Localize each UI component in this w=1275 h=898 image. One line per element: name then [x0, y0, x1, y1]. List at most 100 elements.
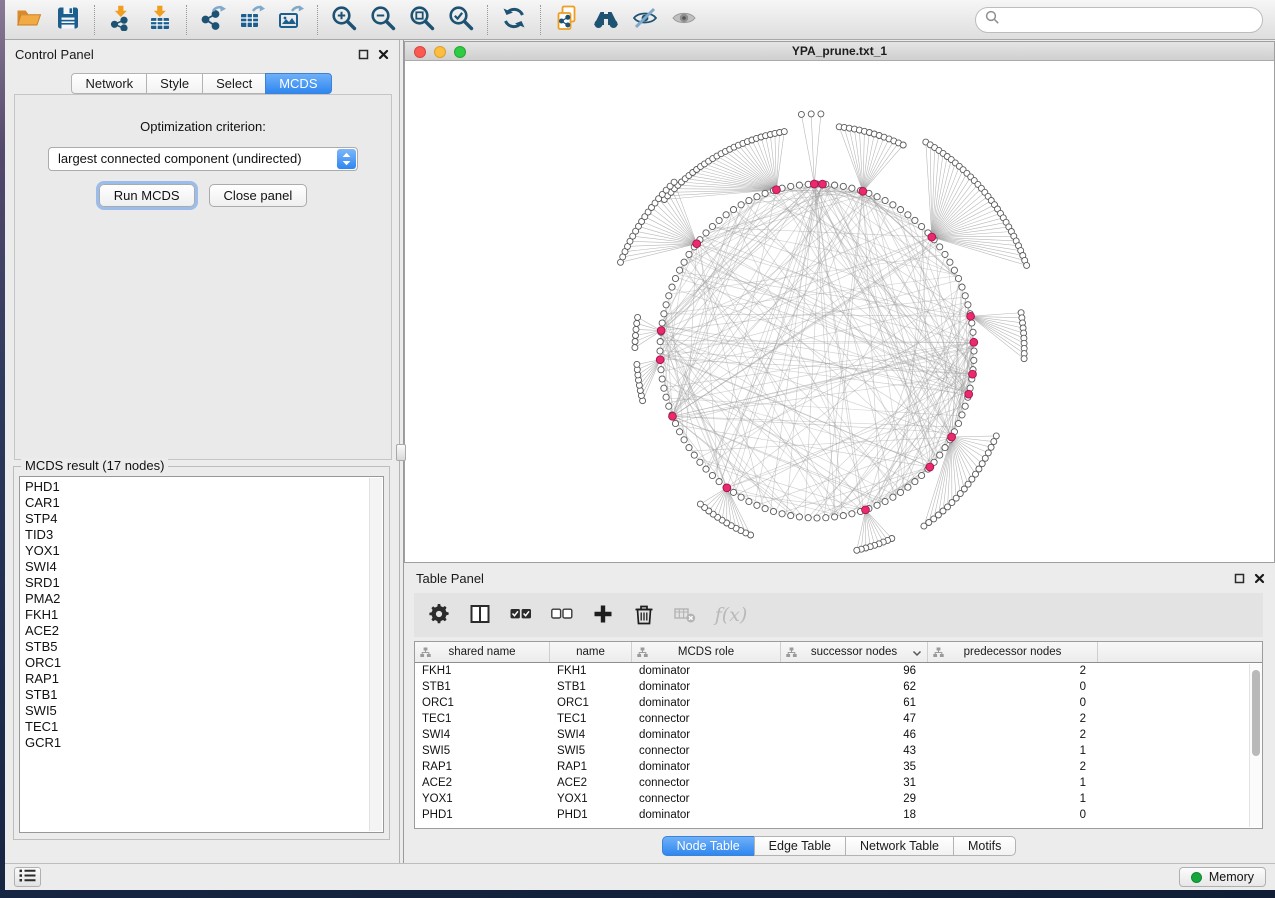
mcds-result-item[interactable]: GCR1	[25, 735, 383, 751]
cell[interactable]: RAP1	[415, 761, 550, 773]
cell[interactable]: dominator	[632, 809, 781, 821]
deselect-all-button[interactable]	[550, 603, 574, 627]
mcds-result-item[interactable]: TEC1	[25, 719, 383, 735]
cell[interactable]: ACE2	[415, 777, 550, 789]
cell[interactable]: 47	[781, 713, 928, 725]
cell[interactable]: 35	[781, 761, 928, 773]
show-graphics-button[interactable]	[668, 4, 700, 36]
cell[interactable]: STB1	[550, 681, 632, 693]
cell[interactable]: dominator	[632, 697, 781, 709]
mcds-result-item[interactable]: RAP1	[25, 671, 383, 687]
cell[interactable]: FKH1	[415, 665, 550, 677]
close-panel-button[interactable]: Close panel	[209, 184, 308, 207]
cell[interactable]: STB1	[415, 681, 550, 693]
mcds-result-item[interactable]: YOX1	[25, 543, 383, 559]
search-box[interactable]	[975, 7, 1263, 33]
cell[interactable]: 1	[928, 745, 1098, 757]
cell[interactable]: 1	[928, 777, 1098, 789]
cell[interactable]: connector	[632, 713, 781, 725]
mcds-result-list[interactable]: PHD1CAR1STP4TID3YOX1SWI4SRD1PMA2FKH1ACE2…	[19, 476, 384, 833]
table-row[interactable]: SWI4SWI4dominator462	[415, 727, 1262, 743]
cell[interactable]: RAP1	[550, 761, 632, 773]
hide-graphics-button[interactable]	[629, 4, 661, 36]
gear-button[interactable]	[427, 603, 451, 627]
cell[interactable]: dominator	[632, 729, 781, 741]
tab-node-table[interactable]: Node Table	[662, 836, 755, 856]
cell[interactable]: ORC1	[415, 697, 550, 709]
cell[interactable]: 62	[781, 681, 928, 693]
mcds-result-item[interactable]: ORC1	[25, 655, 383, 671]
cell[interactable]: connector	[632, 793, 781, 805]
close-panel-icon[interactable]	[1254, 573, 1265, 584]
export-table-button[interactable]	[236, 4, 268, 36]
table-scrollbar[interactable]	[1249, 664, 1262, 827]
run-mcds-button[interactable]: Run MCDS	[99, 184, 195, 207]
cell[interactable]: YOX1	[415, 793, 550, 805]
mcds-result-item[interactable]: STP4	[25, 511, 383, 527]
import-network-button[interactable]	[105, 4, 137, 36]
splitter-grip[interactable]	[396, 444, 406, 461]
duplicate-network-button[interactable]	[551, 4, 583, 36]
cell[interactable]: 46	[781, 729, 928, 741]
table-row[interactable]: SWI5SWI5connector431	[415, 743, 1262, 759]
cell[interactable]: ACE2	[550, 777, 632, 789]
cell[interactable]: ORC1	[550, 697, 632, 709]
tab-mcds[interactable]: MCDS	[265, 73, 331, 94]
cell[interactable]: 29	[781, 793, 928, 805]
cell[interactable]: 61	[781, 697, 928, 709]
cell[interactable]: YOX1	[550, 793, 632, 805]
column-header-name[interactable]: name	[550, 642, 632, 662]
mcds-result-item[interactable]: SRD1	[25, 575, 383, 591]
tab-motifs[interactable]: Motifs	[953, 836, 1016, 856]
cell[interactable]: 0	[928, 809, 1098, 821]
network-canvas[interactable]	[405, 62, 1274, 562]
column-header-successor-nodes[interactable]: successor nodes	[781, 642, 928, 662]
tab-edge-table[interactable]: Edge Table	[754, 836, 846, 856]
cell[interactable]: 0	[928, 697, 1098, 709]
cell[interactable]: 2	[928, 761, 1098, 773]
cell[interactable]: dominator	[632, 681, 781, 693]
cell[interactable]: dominator	[632, 665, 781, 677]
zoom-in-button[interactable]	[328, 4, 360, 36]
refresh-layout-button[interactable]	[498, 4, 530, 36]
tab-select[interactable]: Select	[202, 73, 266, 94]
mcds-result-item[interactable]: STB5	[25, 639, 383, 655]
search-input[interactable]	[1005, 11, 1253, 28]
cell[interactable]: SWI5	[415, 745, 550, 757]
cell[interactable]: SWI4	[550, 729, 632, 741]
cell[interactable]: connector	[632, 745, 781, 757]
select-all-button[interactable]	[509, 603, 533, 627]
cell[interactable]: dominator	[632, 761, 781, 773]
cell[interactable]: PHD1	[550, 809, 632, 821]
delete-row-button[interactable]	[632, 603, 656, 627]
mcds-result-item[interactable]: SWI4	[25, 559, 383, 575]
tab-network-table[interactable]: Network Table	[845, 836, 954, 856]
mcds-result-item[interactable]: PHD1	[25, 479, 383, 495]
cell[interactable]: 2	[928, 665, 1098, 677]
table-row[interactable]: TEC1TEC1connector472	[415, 711, 1262, 727]
cell[interactable]: 31	[781, 777, 928, 789]
table-row[interactable]: FKH1FKH1dominator962	[415, 663, 1262, 679]
cell[interactable]: 2	[928, 729, 1098, 741]
cell[interactable]: TEC1	[415, 713, 550, 725]
zoom-selected-button[interactable]	[445, 4, 477, 36]
column-header-predecessor-nodes[interactable]: predecessor nodes	[928, 642, 1098, 662]
scrollbar-thumb[interactable]	[1252, 670, 1260, 756]
open-file-button[interactable]	[13, 4, 45, 36]
cell[interactable]: PHD1	[415, 809, 550, 821]
mcds-result-item[interactable]: STB1	[25, 687, 383, 703]
memory-button[interactable]: Memory	[1179, 867, 1266, 887]
list-scrollbar[interactable]	[369, 478, 382, 831]
float-panel-icon[interactable]	[1234, 573, 1245, 584]
birdseye-button[interactable]	[590, 4, 622, 36]
column-header-MCDS-role[interactable]: MCDS role	[632, 642, 781, 662]
cell[interactable]: TEC1	[550, 713, 632, 725]
cell[interactable]: 18	[781, 809, 928, 821]
cell[interactable]: 2	[928, 713, 1098, 725]
float-panel-icon[interactable]	[358, 49, 369, 60]
table-row[interactable]: RAP1RAP1dominator352	[415, 759, 1262, 775]
table-row[interactable]: PHD1PHD1dominator180	[415, 807, 1262, 823]
network-graph[interactable]	[405, 62, 1274, 562]
tab-network[interactable]: Network	[71, 73, 147, 94]
tab-style[interactable]: Style	[146, 73, 203, 94]
